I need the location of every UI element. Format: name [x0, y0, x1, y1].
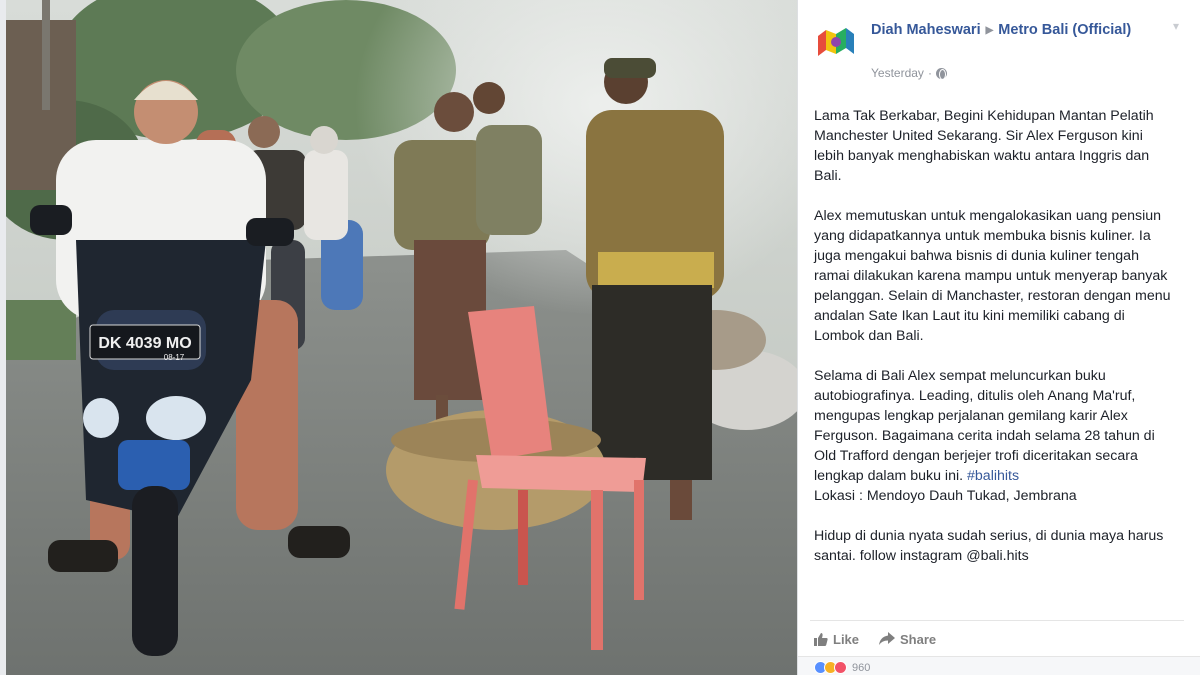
globe-icon	[935, 67, 947, 80]
like-button[interactable]: Like	[814, 629, 859, 649]
reaction-count: 960	[852, 661, 871, 674]
divider	[810, 620, 1184, 621]
post-panel: Diah Maheswari ▶ Metro Bali (Official) ▾ Y…	[797, 0, 1200, 675]
caret-right-icon: ▶	[985, 25, 994, 36]
chevron-down-icon[interactable]: ▾	[1168, 19, 1184, 35]
post-author-line: Diah Maheswari ▶ Metro Bali (Official)	[871, 20, 1156, 41]
page-link[interactable]: Metro Bali (Official)	[998, 22, 1131, 38]
post-header: Diah Maheswari ▶ Metro Bali (Official) ▾ Y…	[814, 16, 1184, 86]
post-meta: Yesterday ·	[871, 66, 947, 80]
license-plate-sub: 08-17	[164, 353, 185, 362]
post-body: Lama Tak Berkabar, Begini Kehidupan Mant…	[814, 106, 1172, 586]
page-avatar[interactable]	[814, 20, 858, 64]
post-paragraph-with-hashtag: Selama di Bali Alex sempat meluncurkan b…	[814, 366, 1172, 506]
love-reaction-icon	[834, 661, 847, 674]
share-label: Share	[900, 631, 937, 647]
post-paragraph: Lama Tak Berkabar, Begini Kehidupan Mant…	[814, 108, 1154, 184]
share-button[interactable]: Share	[879, 629, 936, 649]
post-photo[interactable]: DK 4039 MO 08-17	[6, 0, 797, 675]
post-paragraph: Hidup di dunia nyata sudah serius, di du…	[814, 528, 1164, 564]
metro-bali-logo-icon	[814, 20, 858, 64]
post-timestamp[interactable]: Yesterday	[871, 66, 924, 80]
thumbs-up-icon	[814, 633, 828, 646]
separator-dot: ·	[927, 66, 932, 80]
post-paragraph: Alex memutuskan untuk mengalokasikan uan…	[814, 208, 1171, 344]
author-link[interactable]: Diah Maheswari	[871, 22, 981, 38]
reaction-summary[interactable]: 960	[814, 661, 870, 674]
like-label: Like	[833, 631, 860, 647]
photo-scene: DK 4039 MO 08-17	[6, 0, 797, 675]
hashtag-link[interactable]: #balihits	[967, 468, 1019, 484]
post-location: Lokasi : Mendoyo Dauh Tukad, Jembrana	[814, 488, 1077, 504]
post-paragraph-text: Selama di Bali Alex sempat meluncurkan b…	[814, 368, 1155, 484]
post-actions: Like Share	[814, 629, 936, 649]
license-plate: DK 4039 MO	[98, 335, 191, 352]
share-arrow-icon	[879, 632, 896, 645]
reactions-bar: 960	[798, 656, 1200, 675]
